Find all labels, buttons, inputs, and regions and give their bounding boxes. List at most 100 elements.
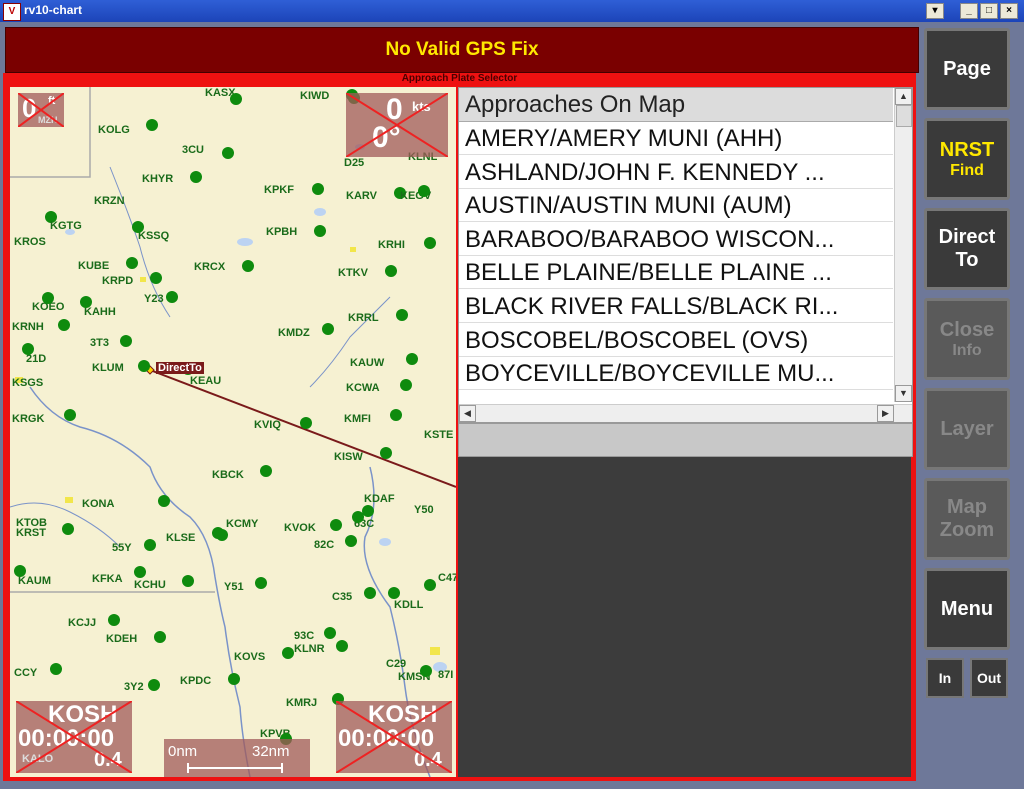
airport-dot-icon[interactable] xyxy=(420,665,432,677)
vertical-scrollbar[interactable]: ▲ ▼ xyxy=(894,88,912,402)
airport-dot-icon[interactable] xyxy=(144,539,156,551)
approach-list-item[interactable]: AUSTIN/AUSTIN MUNI (AUM) xyxy=(459,189,893,223)
window-menu-icon[interactable]: ▾ xyxy=(926,3,944,19)
airport-dot-icon[interactable] xyxy=(120,335,132,347)
approach-list-item[interactable]: BOYCEVILLE/BOYCEVILLE MU... xyxy=(459,357,893,391)
scroll-up-icon[interactable]: ▲ xyxy=(895,88,912,105)
waypoint-label: KTKV xyxy=(338,267,368,279)
waypoint-label: KOVS xyxy=(234,651,266,663)
airport-dot-icon[interactable] xyxy=(42,292,54,304)
airport-dot-icon[interactable] xyxy=(150,272,162,284)
direct-to-button[interactable]: Direct To xyxy=(924,208,1010,290)
airport-dot-icon[interactable] xyxy=(148,679,160,691)
nrst-label: NRST xyxy=(939,138,995,161)
airport-dot-icon[interactable] xyxy=(158,495,170,507)
airport-dot-icon[interactable] xyxy=(242,260,254,272)
airport-dot-icon[interactable] xyxy=(64,409,76,421)
airport-dot-icon[interactable] xyxy=(330,519,342,531)
scroll-left-icon[interactable]: ◀ xyxy=(459,405,476,422)
airport-dot-icon[interactable] xyxy=(312,183,324,195)
airport-dot-icon[interactable] xyxy=(260,465,272,477)
close-info-button[interactable]: Close Info xyxy=(924,298,1010,380)
airport-dot-icon[interactable] xyxy=(255,577,267,589)
airport-dot-icon[interactable] xyxy=(14,565,26,577)
waypoint-label: CCY xyxy=(14,667,38,679)
airport-dot-icon[interactable] xyxy=(146,119,158,131)
approach-list-item[interactable]: BLACK RIVER FALLS/BLACK RI... xyxy=(459,290,893,323)
airport-dot-icon[interactable] xyxy=(390,409,402,421)
airport-dot-icon[interactable] xyxy=(138,360,150,372)
airport-dot-icon[interactable] xyxy=(352,511,364,523)
zoom-out-button[interactable]: Out xyxy=(970,658,1008,698)
airport-dot-icon[interactable] xyxy=(190,171,202,183)
waypoint-label: KFKA xyxy=(92,573,123,585)
airport-dot-icon[interactable] xyxy=(22,343,34,355)
maximize-icon[interactable]: □ xyxy=(980,3,998,19)
airport-dot-icon[interactable] xyxy=(134,566,146,578)
horizontal-scrollbar[interactable]: ◀ ▶ xyxy=(459,404,912,422)
gps-status-text: No Valid GPS Fix xyxy=(385,39,539,60)
approach-list-item[interactable]: BELLE PLAINE/BELLE PLAINE ... xyxy=(459,256,893,290)
approach-list-item[interactable]: AMERY/AMERY MUNI (AHH) xyxy=(459,122,893,155)
airport-dot-icon[interactable] xyxy=(80,296,92,308)
airport-dot-icon[interactable] xyxy=(228,673,240,685)
airport-dot-icon[interactable] xyxy=(300,417,312,429)
airport-dot-icon[interactable] xyxy=(50,663,62,675)
airport-dot-icon[interactable] xyxy=(345,535,357,547)
airport-dot-icon[interactable] xyxy=(222,147,234,159)
waypoint-label: KDLL xyxy=(394,599,424,611)
airport-dot-icon[interactable] xyxy=(385,265,397,277)
airport-dot-icon[interactable] xyxy=(406,353,418,365)
waypoint-label: Y51 xyxy=(224,581,244,593)
close-icon[interactable]: × xyxy=(1000,3,1018,19)
airport-dot-icon[interactable] xyxy=(396,309,408,321)
airport-dot-icon[interactable] xyxy=(182,575,194,587)
airport-dot-icon[interactable] xyxy=(424,579,436,591)
waypoint-label: KCHU xyxy=(134,579,166,591)
map-scale-bar: 0nm 32nm xyxy=(164,739,310,777)
waypoint-label: KAHH xyxy=(84,306,116,318)
layer-button[interactable]: Layer xyxy=(924,388,1010,470)
minimize-icon[interactable]: _ xyxy=(960,3,978,19)
airport-dot-icon[interactable] xyxy=(230,93,242,105)
scroll-right-icon[interactable]: ▶ xyxy=(877,405,894,422)
airport-dot-icon[interactable] xyxy=(314,225,326,237)
nrst-find-button[interactable]: NRST Find xyxy=(924,118,1010,200)
airport-dot-icon[interactable] xyxy=(216,529,228,541)
approach-list[interactable]: Approaches On Map AMERY/AMERY MUNI (AHH)… xyxy=(458,87,913,423)
waypoint-label: KSGS xyxy=(12,377,44,389)
map-zoom-button[interactable]: Map Zoom xyxy=(924,478,1010,560)
scroll-thumb[interactable] xyxy=(896,105,912,127)
waypoint-label: Y23 xyxy=(144,293,164,305)
scroll-down-icon[interactable]: ▼ xyxy=(895,385,912,402)
airport-dot-icon[interactable] xyxy=(322,323,334,335)
waypoint-label: KARV xyxy=(346,190,377,202)
airport-dot-icon[interactable] xyxy=(388,587,400,599)
airport-dot-icon[interactable] xyxy=(166,291,178,303)
airport-dot-icon[interactable] xyxy=(58,319,70,331)
altitude-readout: 0 ft MZH xyxy=(18,93,64,127)
airport-dot-icon[interactable] xyxy=(424,237,436,249)
approach-list-item[interactable]: ASHLAND/JOHN F. KENNEDY ... xyxy=(459,156,893,189)
airport-dot-icon[interactable] xyxy=(336,640,348,652)
airport-dot-icon[interactable] xyxy=(154,631,166,643)
airport-dot-icon[interactable] xyxy=(400,379,412,391)
airport-dot-icon[interactable] xyxy=(132,221,144,233)
airport-dot-icon[interactable] xyxy=(62,523,74,535)
airport-dot-icon[interactable] xyxy=(418,185,430,197)
page-button[interactable]: Page xyxy=(924,28,1010,110)
airport-dot-icon[interactable] xyxy=(126,257,138,269)
menu-button[interactable]: Menu xyxy=(924,568,1010,650)
airport-dot-icon[interactable] xyxy=(380,447,392,459)
airport-dot-icon[interactable] xyxy=(364,587,376,599)
waypoint-label: KCJJ xyxy=(68,617,97,629)
approach-list-item[interactable]: BOSCOBEL/BOSCOBEL (OVS) xyxy=(459,324,893,357)
airport-dot-icon[interactable] xyxy=(108,614,120,626)
zoom-in-button[interactable]: In xyxy=(926,658,964,698)
approach-list-item[interactable]: BARABOO/BARABOO WISCON... xyxy=(459,223,893,256)
airport-dot-icon[interactable] xyxy=(324,627,336,639)
airport-dot-icon[interactable] xyxy=(282,647,294,659)
waypoint-label: KRHI xyxy=(378,239,405,251)
moving-map[interactable]: KASX KIWD KOLG 3CU KHYR KPKF KARV KEGV KRZN KGTG K… xyxy=(10,87,456,777)
waypoint-eta-left: KOSH 00:00:00 0.4 KALO xyxy=(16,701,132,773)
